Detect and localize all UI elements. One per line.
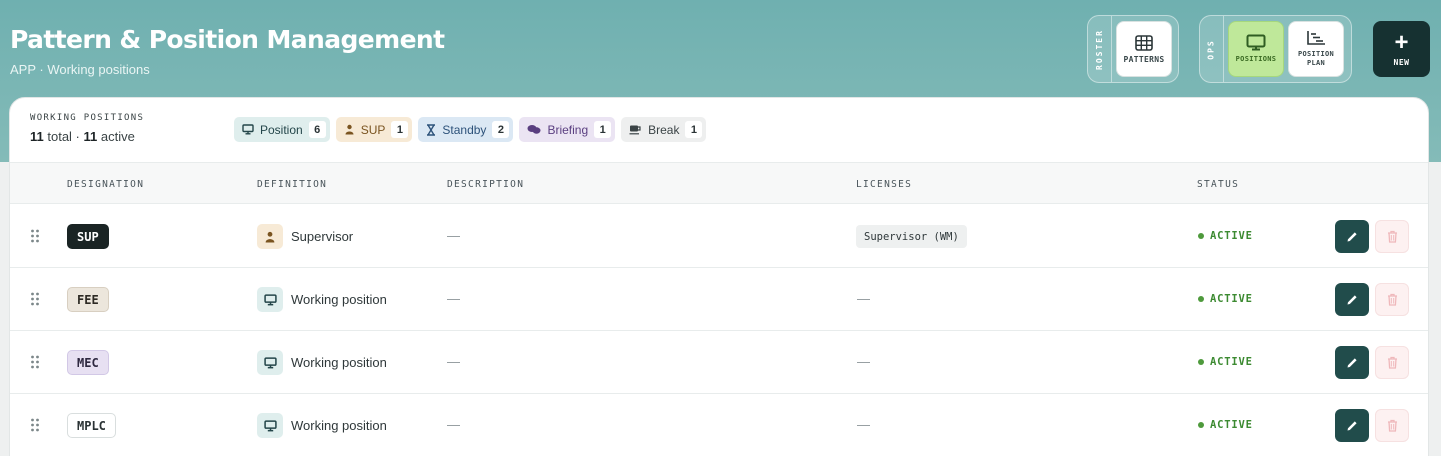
monitor-icon	[242, 124, 254, 135]
pencil-icon	[1347, 358, 1357, 368]
drag-handle-icon[interactable]	[30, 229, 40, 243]
page-title: Pattern & Position Management	[10, 25, 445, 54]
description-text: —	[447, 417, 460, 432]
delete-button[interactable]	[1375, 220, 1409, 253]
license-text: —	[857, 417, 870, 432]
summary-counts: 11 total · 11 active	[30, 129, 135, 144]
description-text: —	[447, 228, 460, 243]
person-icon	[345, 124, 354, 135]
hourglass-icon	[427, 123, 436, 136]
designation-code: SUP	[67, 224, 109, 249]
ops-group: OPS POSITIONS POSITION PLAN	[1199, 15, 1352, 83]
col-definition[interactable]: DEFINITION	[257, 179, 327, 190]
person-icon	[257, 224, 283, 249]
roster-group: ROSTER PATTERNS	[1087, 15, 1179, 83]
new-button-label: NEW	[1393, 57, 1410, 67]
summary-label: WORKING POSITIONS	[30, 113, 145, 123]
pencil-icon	[1347, 295, 1357, 305]
trash-icon	[1387, 293, 1397, 306]
definition-text: Working position	[291, 418, 387, 433]
license-text: —	[857, 354, 870, 369]
delete-button[interactable]	[1375, 283, 1409, 316]
position-plan-label: POSITION PLAN	[1297, 50, 1335, 67]
license-text: —	[857, 291, 870, 306]
status-badge: ACTIVE	[1198, 419, 1253, 431]
designation-code: FEE	[67, 287, 109, 312]
monitor-icon	[257, 287, 283, 312]
pencil-icon	[1347, 232, 1357, 242]
summary: WORKING POSITIONS 11 total · 11 active	[30, 113, 144, 144]
new-button[interactable]: + NEW	[1373, 21, 1430, 77]
table-row: MPLC Working position — — ACTIVE	[10, 394, 1428, 456]
chip-position[interactable]: Position 6	[234, 117, 330, 142]
definition-text: Working position	[291, 355, 387, 370]
breadcrumb: APP · Working positions	[10, 62, 150, 77]
drag-handle-icon[interactable]	[30, 355, 40, 369]
positions-label: POSITIONS	[1235, 55, 1277, 63]
status-badge: ACTIVE	[1198, 356, 1253, 368]
trash-icon	[1387, 230, 1397, 243]
col-description[interactable]: DESCRIPTION	[447, 179, 524, 190]
edit-button[interactable]	[1335, 409, 1369, 442]
positions-button[interactable]: POSITIONS	[1228, 21, 1284, 77]
chip-break[interactable]: Break 1	[621, 117, 707, 142]
description-text: —	[447, 291, 460, 306]
designation-code: MPLC	[67, 413, 116, 438]
chip-briefing[interactable]: Briefing 1	[519, 117, 616, 142]
edit-button[interactable]	[1335, 346, 1369, 379]
status-badge: ACTIVE	[1198, 230, 1253, 242]
chat-icon	[527, 125, 541, 134]
drag-handle-icon[interactable]	[30, 418, 40, 432]
status-badge: ACTIVE	[1198, 293, 1253, 305]
pencil-icon	[1347, 421, 1357, 431]
designation-code: MEC	[67, 350, 109, 375]
description-text: —	[447, 354, 460, 369]
plus-icon: +	[1394, 28, 1409, 56]
monitor-icon	[257, 413, 283, 438]
table-row: SUP Supervisor — Supervisor (WM) ACTIVE	[10, 205, 1428, 268]
position-plan-button[interactable]: POSITION PLAN	[1288, 21, 1344, 77]
monitor-icon	[1246, 34, 1266, 51]
grid-icon	[1135, 34, 1153, 51]
edit-button[interactable]	[1335, 283, 1369, 316]
col-licenses[interactable]: LICENSES	[856, 179, 912, 190]
edit-button[interactable]	[1335, 220, 1369, 253]
delete-button[interactable]	[1375, 409, 1409, 442]
trash-icon	[1387, 419, 1397, 432]
definition-text: Working position	[291, 292, 387, 307]
chip-standby[interactable]: Standby 2	[418, 117, 514, 142]
ops-group-label: OPS	[1206, 38, 1216, 60]
col-designation[interactable]: DESIGNATION	[67, 179, 144, 190]
monitor-icon	[257, 350, 283, 375]
chip-sup[interactable]: SUP 1	[335, 117, 413, 142]
license-tag: Supervisor (WM)	[856, 225, 967, 248]
filter-chips: Position 6 SUP 1 Standby 2 Briefing 1 Br…	[234, 117, 707, 142]
drag-handle-icon[interactable]	[30, 292, 40, 306]
definition-text: Supervisor	[291, 229, 354, 244]
table-row: FEE Working position — — ACTIVE	[10, 268, 1428, 331]
patterns-button[interactable]: PATTERNS	[1116, 21, 1172, 77]
positions-card: WORKING POSITIONS 11 total · 11 active P…	[9, 97, 1429, 456]
patterns-label: PATTERNS	[1123, 54, 1165, 64]
table-header: DESIGNATION DEFINITION DESCRIPTION LICEN…	[10, 162, 1428, 204]
trash-icon	[1387, 356, 1397, 369]
table-row: MEC Working position — — ACTIVE	[10, 331, 1428, 394]
col-status[interactable]: STATUS	[1197, 179, 1239, 190]
roster-group-label: ROSTER	[1095, 28, 1104, 70]
coffee-icon	[629, 125, 641, 135]
chart-icon	[1307, 31, 1325, 45]
delete-button[interactable]	[1375, 346, 1409, 379]
